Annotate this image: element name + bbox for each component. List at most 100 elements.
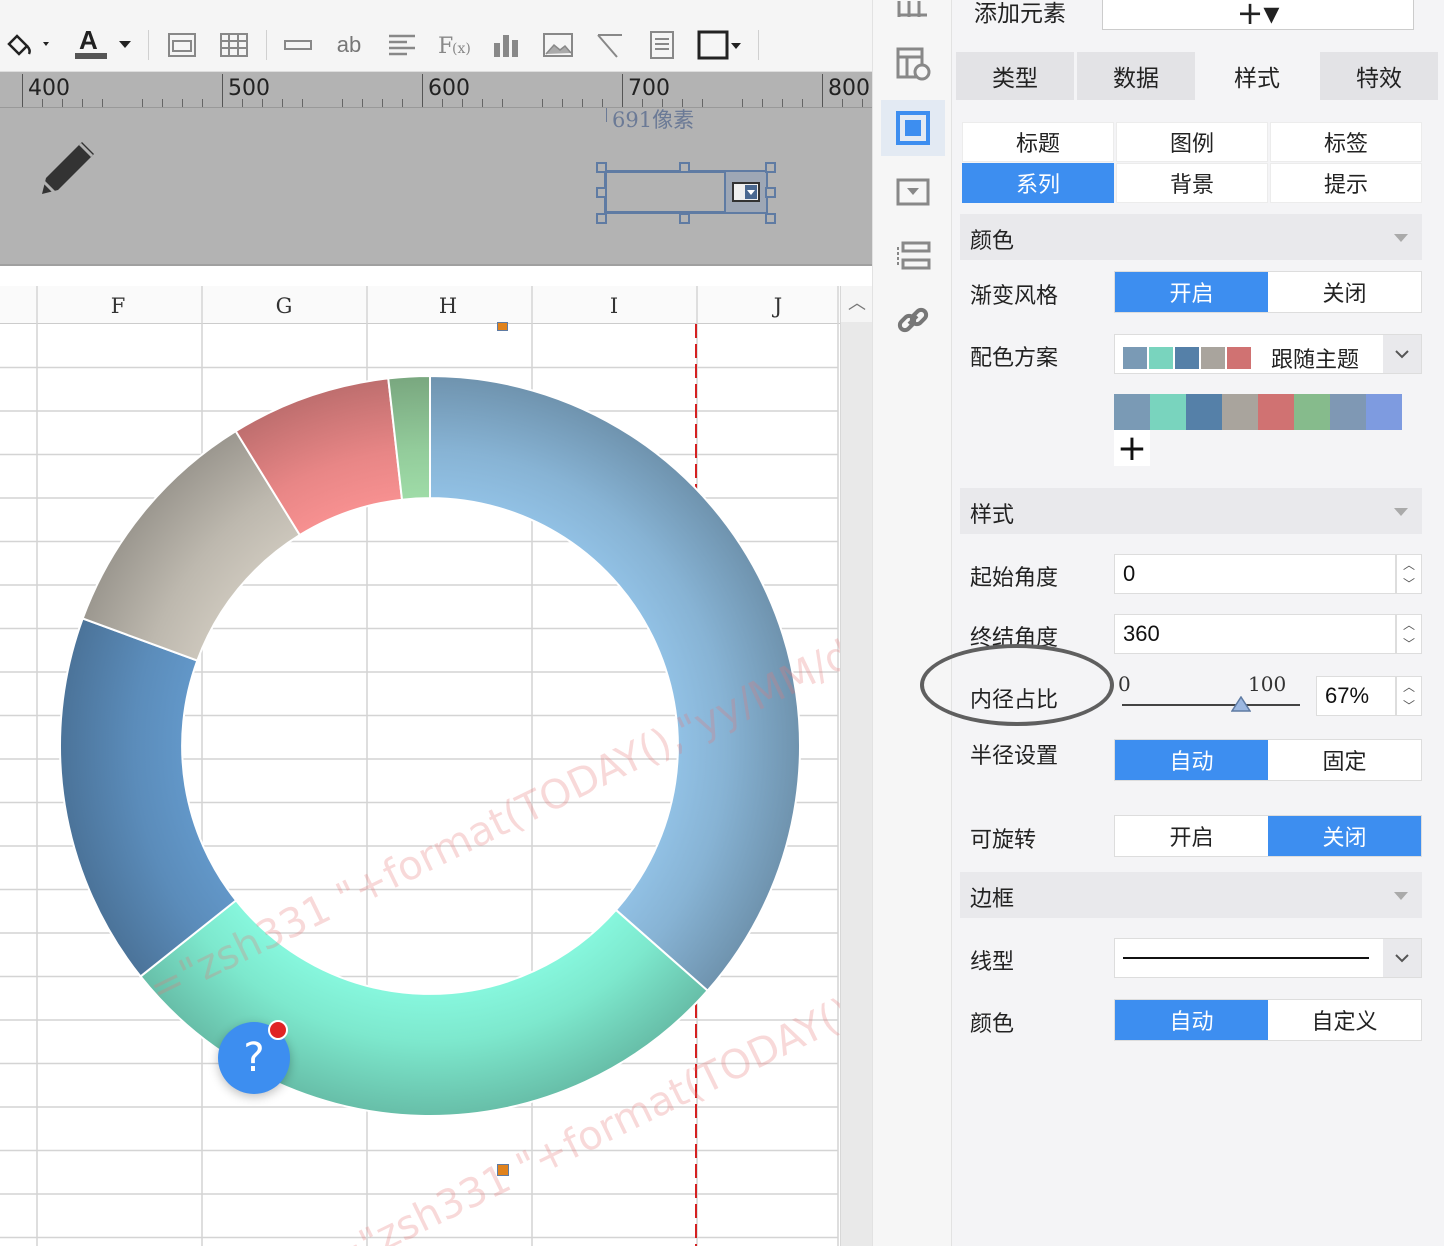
palette-color[interactable] <box>1150 394 1186 430</box>
hyperlink-icon[interactable] <box>881 292 945 348</box>
tab-style[interactable]: 样式 <box>1198 52 1316 100</box>
chevron-down-icon[interactable]: ﹀ <box>1403 635 1415 652</box>
ruler-minor-tick <box>462 99 463 107</box>
radius-fixed-option[interactable]: 固定 <box>1268 740 1421 780</box>
border-color-custom-option[interactable]: 自定义 <box>1268 1000 1421 1040</box>
inner-ratio-stepper[interactable]: ︿ ﹀ <box>1396 676 1422 716</box>
chevron-up-icon[interactable]: ︿ <box>1403 678 1415 695</box>
line-type-dropdown[interactable] <box>1114 938 1422 978</box>
donut-slice-2[interactable] <box>139 898 709 1117</box>
rotatable-on-option[interactable]: 开启 <box>1115 816 1268 856</box>
palette-color[interactable] <box>1366 394 1402 430</box>
end-angle-input[interactable] <box>1114 614 1396 654</box>
resize-handle[interactable] <box>596 213 607 224</box>
ruler-minor-tick <box>62 99 63 107</box>
section-border[interactable]: 边框 <box>960 872 1422 918</box>
text-icon[interactable]: ab <box>330 26 368 64</box>
gradient-on-option[interactable]: 开启 <box>1115 272 1268 312</box>
palette-color[interactable] <box>1186 394 1222 430</box>
cell-attributes-icon[interactable] <box>881 36 945 92</box>
donut-chart[interactable] <box>0 286 840 1246</box>
grid-tool-icon[interactable] <box>881 0 945 22</box>
add-color-button[interactable]: + <box>1114 428 1150 469</box>
diagonal-icon[interactable] <box>592 26 628 64</box>
section-color[interactable]: 颜色 <box>960 214 1422 260</box>
paint-bucket-icon[interactable] <box>0 26 58 64</box>
scheme-value: 跟随主题 <box>1271 348 1360 373</box>
rotatable-off-option[interactable]: 关闭 <box>1268 816 1421 856</box>
chevron-down-icon[interactable]: ﹀ <box>1403 575 1415 592</box>
palette-color[interactable] <box>1330 394 1366 430</box>
palette-color[interactable] <box>1258 394 1294 430</box>
chevron-up-icon[interactable]: ︿ <box>1403 616 1415 633</box>
spreadsheet[interactable]: F G H I J ="zsh331 "+format(TODAY(),"yy/… <box>0 286 840 1246</box>
resize-handle[interactable] <box>596 187 607 198</box>
widget-attributes-icon[interactable] <box>881 100 945 156</box>
resize-handle[interactable] <box>596 162 607 173</box>
chevron-down-icon[interactable]: ﹀ <box>1403 697 1415 714</box>
chart-anchor-handle[interactable] <box>497 322 508 331</box>
tab-effects[interactable]: 特效 <box>1320 52 1438 100</box>
chevron-down-icon[interactable] <box>1383 335 1421 373</box>
gradient-off-option[interactable]: 关闭 <box>1268 272 1421 312</box>
palette-color[interactable] <box>1222 394 1258 430</box>
start-angle-label: 起始角度 <box>970 566 1059 591</box>
ruler-label: 800 <box>828 76 870 101</box>
radius-auto-option[interactable]: 自动 <box>1115 740 1268 780</box>
subtab-label[interactable]: 标签 <box>1270 122 1422 162</box>
toolbar: A ab F (x) <box>0 0 872 72</box>
subtab-tooltip[interactable]: 提示 <box>1270 163 1422 203</box>
radius-label: 半径设置 <box>970 744 1059 769</box>
palette-color[interactable] <box>1114 394 1150 430</box>
form-widget-icon[interactable] <box>881 164 945 220</box>
inner-ratio-slider-track[interactable] <box>1122 704 1300 706</box>
align-icon[interactable] <box>384 26 420 64</box>
subtab-title[interactable]: 标题 <box>962 122 1114 162</box>
subtab-series[interactable]: 系列 <box>962 163 1114 203</box>
palette-color[interactable] <box>1294 394 1330 430</box>
inner-ratio-input[interactable] <box>1316 676 1396 716</box>
image-icon[interactable] <box>540 26 576 64</box>
scroll-up-icon[interactable]: ︿ <box>841 286 873 322</box>
subtab-legend[interactable]: 图例 <box>1116 122 1268 162</box>
vertical-scrollbar[interactable]: ︿ <box>840 286 873 1246</box>
bar-chart-icon[interactable] <box>488 26 524 64</box>
inner-ratio-slider-thumb[interactable] <box>1230 695 1252 716</box>
chevron-up-icon[interactable]: ︿ <box>1403 556 1415 573</box>
border-color-auto-option[interactable]: 自动 <box>1115 1000 1268 1040</box>
layer-list-icon[interactable] <box>881 228 945 284</box>
pencil-icon[interactable] <box>36 134 102 204</box>
ruler-minor-tick <box>362 99 363 107</box>
ruler-minor-tick <box>602 99 603 107</box>
text-field-icon[interactable] <box>280 26 316 64</box>
resize-handle[interactable] <box>679 213 690 224</box>
resize-handle[interactable] <box>765 213 776 224</box>
formula-icon[interactable]: F (x) <box>434 26 474 64</box>
chevron-down-icon[interactable] <box>1383 939 1421 977</box>
tab-data[interactable]: 数据 <box>1077 52 1195 100</box>
start-angle-stepper[interactable]: ︿ ﹀ <box>1396 554 1422 594</box>
section-style[interactable]: 样式 <box>960 488 1422 534</box>
subtab-background[interactable]: 背景 <box>1116 163 1268 203</box>
toolbar-separator <box>266 30 267 60</box>
collapse-icon[interactable] <box>1394 234 1408 242</box>
add-element-button[interactable]: +▾ <box>1102 0 1414 32</box>
resize-handle[interactable] <box>765 187 776 198</box>
widget-dropdown-icon[interactable] <box>724 172 766 212</box>
collapse-icon[interactable] <box>1394 892 1408 900</box>
collapse-icon[interactable] <box>1394 508 1408 516</box>
font-color-icon[interactable]: A <box>68 26 136 64</box>
chart-anchor-handle[interactable] <box>497 1164 509 1176</box>
resize-handle[interactable] <box>679 162 690 173</box>
tab-type[interactable]: 类型 <box>956 52 1074 100</box>
report-icon[interactable] <box>644 26 680 64</box>
table-icon[interactable] <box>216 26 252 64</box>
start-angle-input[interactable] <box>1114 554 1396 594</box>
resize-handle[interactable] <box>765 162 776 173</box>
donut-slice-1[interactable] <box>429 374 801 993</box>
ruler-minor-tick <box>162 99 163 107</box>
insert-cell-icon[interactable] <box>164 26 200 64</box>
end-angle-stepper[interactable]: ︿ ﹀ <box>1396 614 1422 654</box>
border-icon[interactable] <box>694 26 746 64</box>
color-scheme-dropdown[interactable]: 跟随主题 <box>1114 334 1422 374</box>
